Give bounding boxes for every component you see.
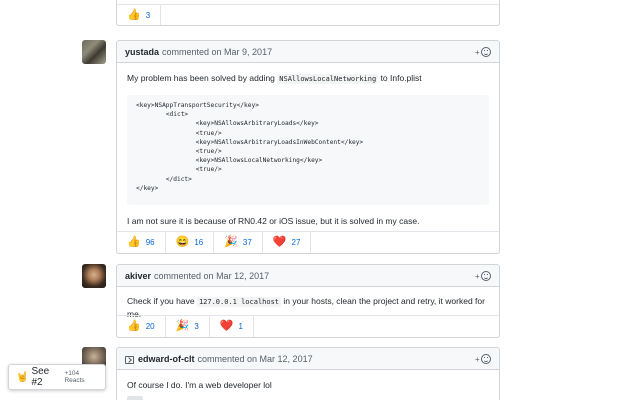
smiley-icon xyxy=(480,354,491,364)
comment-timestamp[interactable]: commented on Mar 9, 2017 xyxy=(162,47,272,57)
attachment-thumbnail[interactable] xyxy=(127,396,143,400)
smiley-icon xyxy=(480,47,491,57)
hooray-icon: 🎉 xyxy=(224,236,238,248)
laugh-icon: 😄 xyxy=(175,236,190,248)
reaction-hooray[interactable]: 🎉 37 xyxy=(214,232,263,253)
reaction-count: 37 xyxy=(242,238,252,247)
previous-comment-box: 👍 3 xyxy=(116,0,500,26)
comment-author[interactable]: edward-of-clt xyxy=(138,354,195,364)
comment-header: edward-of-clt commented on Mar 12, 2017 … xyxy=(117,348,499,370)
add-reaction-button[interactable]: + xyxy=(475,270,491,282)
thumbs-up-icon: 👍 xyxy=(127,320,141,332)
reaction-heart[interactable]: ❤️ 1 xyxy=(210,316,254,337)
see-plus-button[interactable]: 🤘 See #2 +104 Reacts xyxy=(8,364,106,390)
reaction-thumbs-up[interactable]: 👍 20 xyxy=(117,316,166,337)
plus-icon: + xyxy=(475,47,480,57)
reaction-hooray[interactable]: 🎉 3 xyxy=(166,316,210,337)
see-plus-count: +104 Reacts xyxy=(64,370,85,384)
reaction-count: 96 xyxy=(145,238,155,247)
inline-code: 127.0.0.1 localhost xyxy=(196,297,282,307)
plus-icon: + xyxy=(475,271,480,281)
comment-author[interactable]: akiver xyxy=(125,271,151,281)
comment-box-akiver: akiver commented on Mar 12, 2017 + Check… xyxy=(116,264,500,338)
comment-text: to Info.plist xyxy=(378,73,422,83)
reaction-laugh[interactable]: 😄 16 xyxy=(166,232,215,253)
comment-body: My problem has been solved by adding NSA… xyxy=(117,63,499,85)
thumbs-up-icon: 👍 xyxy=(127,236,141,248)
comment-box-yustada: yustada commented on Mar 9, 2017 + My pr… xyxy=(116,40,500,254)
code-block: <key>NSAppTransportSecurity</key> <dict>… xyxy=(127,95,489,205)
plus-icon: + xyxy=(475,354,480,364)
reactions-bar: 👍 20 🎉 3 ❤️ 1 xyxy=(117,315,499,337)
see-plus-label: See #2 xyxy=(31,366,50,388)
avatar[interactable] xyxy=(82,264,106,288)
add-reaction-button[interactable]: + xyxy=(475,353,491,365)
reaction-count: 16 xyxy=(194,238,204,247)
comment-author[interactable]: yustada xyxy=(125,47,159,57)
comment-header: yustada commented on Mar 9, 2017 + xyxy=(117,41,499,63)
add-reaction-button[interactable]: + xyxy=(475,46,491,58)
reaction-heart[interactable]: ❤️ 27 xyxy=(263,232,312,253)
comment-text: Check if you have xyxy=(127,296,197,306)
comment-text: Of course I do. I'm a web developer lol xyxy=(127,380,272,390)
reaction-count: 3 xyxy=(145,11,151,20)
comment-box-edward-of-clt: edward-of-clt commented on Mar 12, 2017 … xyxy=(116,347,500,400)
inline-code: NSAllowsLocalNetworking xyxy=(277,74,379,84)
reaction-count: 20 xyxy=(145,322,155,331)
reaction-thumbs-up[interactable]: 👍 3 xyxy=(117,5,162,25)
thumbs-up-icon: 👍 xyxy=(127,9,141,21)
smiley-icon xyxy=(480,271,491,281)
comment-timestamp[interactable]: commented on Mar 12, 2017 xyxy=(154,271,269,281)
heart-icon: ❤️ xyxy=(272,236,287,248)
terminal-icon xyxy=(125,355,134,364)
reactions-bar: 👍 96 😄 16 🎉 37 ❤️ 27 xyxy=(117,231,499,253)
avatar[interactable] xyxy=(82,40,106,64)
comment-timestamp[interactable]: commented on Mar 12, 2017 xyxy=(198,354,313,364)
reaction-count: 1 xyxy=(238,322,243,331)
comment-header: akiver commented on Mar 12, 2017 + xyxy=(117,265,499,287)
reaction-thumbs-up[interactable]: 👍 96 xyxy=(117,232,166,253)
heart-icon: ❤️ xyxy=(219,320,234,332)
hooray-icon: 🎉 xyxy=(175,320,190,332)
reaction-count: 3 xyxy=(194,322,199,331)
reaction-count: 27 xyxy=(291,238,301,247)
comment-text: I am not sure it is because of RN0.42 or… xyxy=(127,216,420,226)
rock-hand-icon: 🤘 xyxy=(16,371,29,383)
comment-text: My problem has been solved by adding xyxy=(127,73,278,83)
